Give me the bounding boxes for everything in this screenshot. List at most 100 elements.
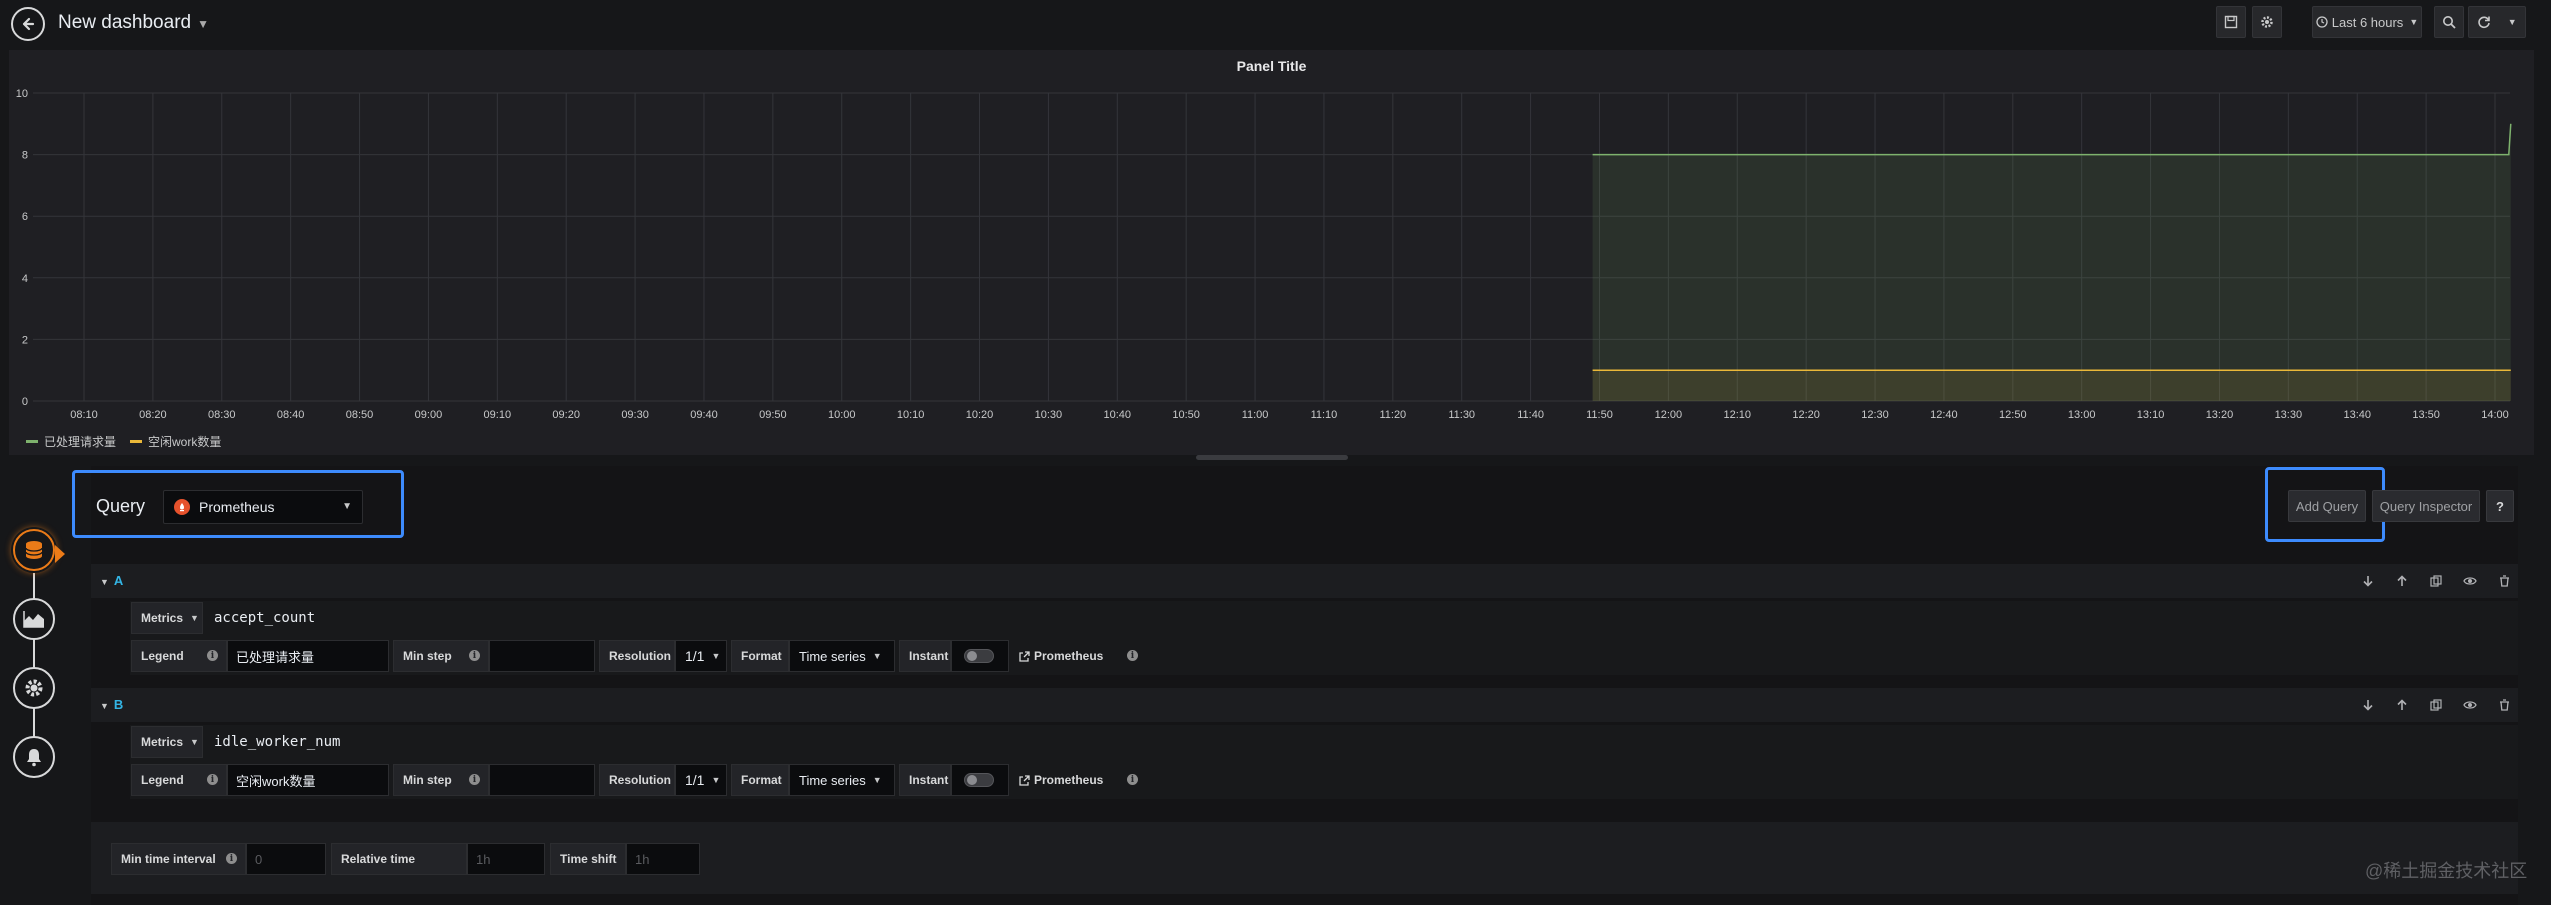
eye-icon[interactable] (2462, 573, 2478, 589)
y-tick-label: 4 (22, 273, 28, 285)
resolution-label: Resolution (599, 764, 675, 796)
info-icon[interactable]: i (469, 650, 480, 661)
min-step-label: Min step i (393, 640, 489, 672)
series-area-1 (1592, 370, 2511, 401)
x-tick-label: 11:50 (1586, 409, 1613, 421)
caret-down-icon: ▼ (711, 775, 721, 785)
legend-label: 已处理请求量 (44, 435, 117, 449)
x-tick-label: 10:50 (1172, 409, 1200, 421)
legend-item-series-a[interactable]: 已处理请求量 (26, 433, 116, 450)
format-select[interactable]: Time series ▼ (789, 764, 895, 796)
legend-item-series-b[interactable]: 空闲work数量 (130, 433, 221, 450)
move-down-icon[interactable] (2360, 573, 2376, 589)
step-alert[interactable] (13, 736, 55, 778)
time-series-chart: 0 2 4 6 8 10 08:10 08:20 08:30 08:40 08:50 09:00 09:… (16, 88, 2512, 421)
datasource-select[interactable]: Prometheus ▼ (163, 490, 363, 524)
prometheus-icon (174, 499, 190, 515)
legend-label-text: Legend (141, 773, 184, 787)
resolution-value: 1/1 (685, 772, 705, 788)
info-icon[interactable]: i (226, 853, 237, 864)
query-row-b-header[interactable]: ▼ B (91, 688, 2518, 722)
step-queries[interactable] (13, 529, 55, 571)
y-tick-label: 2 (22, 334, 28, 346)
min-interval-input[interactable]: 0 (246, 843, 326, 875)
metrics-label[interactable]: Metrics ▼ (131, 602, 203, 634)
query-inspector-button[interactable]: Query Inspector (2372, 490, 2480, 522)
metrics-label[interactable]: Metrics ▼ (131, 726, 203, 758)
metrics-expression-input[interactable]: accept_count (214, 610, 315, 626)
min-step-label-text: Min step (403, 773, 452, 787)
x-tick-label: 08:30 (208, 409, 236, 421)
trash-icon[interactable] (2496, 573, 2512, 589)
relative-time-input[interactable]: 1h (467, 843, 545, 875)
resolution-value: 1/1 (685, 648, 705, 664)
min-interval-label-text: Min time interval (121, 852, 216, 866)
x-tick-label: 09:50 (759, 409, 787, 421)
instant-label: Instant (899, 640, 951, 672)
resolution-select[interactable]: 1/1 ▼ (675, 640, 727, 672)
x-tick-label: 09:30 (621, 409, 649, 421)
external-link-icon (1019, 774, 1030, 786)
datasource-link[interactable]: Prometheus (1019, 773, 1103, 787)
instant-label: Instant (899, 764, 951, 796)
legend-input[interactable]: 空闲work数量 (227, 764, 389, 796)
x-tick-label: 08:50 (346, 409, 374, 421)
query-row-a-header[interactable]: ▼ A (91, 564, 2518, 598)
move-down-icon[interactable] (2360, 697, 2376, 713)
duplicate-icon[interactable] (2428, 697, 2444, 713)
query-ref-id-text: B (113, 697, 124, 712)
x-tick-label: 13:40 (2343, 409, 2371, 421)
format-label: Format (731, 640, 789, 672)
x-tick-label: 11:30 (1448, 409, 1475, 421)
help-button[interactable]: ? (2486, 490, 2514, 522)
x-tick-label: 13:50 (2412, 409, 2440, 421)
info-icon[interactable]: i (207, 650, 218, 661)
x-tick-label: 14:00 (2481, 409, 2509, 421)
instant-toggle[interactable] (964, 773, 994, 787)
eye-icon[interactable] (2462, 697, 2478, 713)
move-up-icon[interactable] (2394, 573, 2410, 589)
area-chart-icon (23, 611, 44, 628)
panel-resize-handle[interactable] (1196, 455, 1348, 460)
min-step-label-text: Min step (403, 649, 452, 663)
query-ref-id[interactable]: ▼ A (100, 573, 123, 588)
format-value: Time series (799, 648, 866, 664)
info-icon[interactable]: i (1127, 774, 1138, 785)
min-step-input[interactable] (489, 640, 595, 672)
info-icon[interactable]: i (1127, 650, 1138, 661)
format-select[interactable]: Time series ▼ (789, 640, 895, 672)
x-tick-label: 09:20 (552, 409, 580, 421)
caret-down-icon: ▼ (872, 651, 882, 661)
x-tick-label: 12:20 (1792, 409, 1820, 421)
datasource-name: Prometheus (199, 499, 275, 515)
x-tick-label: 11:40 (1517, 409, 1544, 421)
query-ref-id[interactable]: ▼ B (100, 697, 123, 712)
min-step-input[interactable] (489, 764, 595, 796)
step-visualization[interactable] (13, 598, 55, 640)
series-line-0 (1592, 123, 2512, 156)
time-shift-input[interactable]: 1h (626, 843, 700, 875)
metrics-expression-input[interactable]: idle_worker_num (214, 734, 340, 750)
x-tick-label: 09:00 (415, 409, 443, 421)
caret-down-icon: ▼ (190, 613, 199, 623)
move-up-icon[interactable] (2394, 697, 2410, 713)
legend-input[interactable]: 已处理请求量 (227, 640, 389, 672)
datasource-link[interactable]: Prometheus (1019, 649, 1103, 663)
legend-label: Legend i (131, 640, 227, 672)
info-icon[interactable]: i (469, 774, 480, 785)
query-actions (2360, 697, 2512, 713)
info-icon[interactable]: i (207, 774, 218, 785)
x-tick-label: 12:30 (1861, 409, 1889, 421)
x-tick-label: 08:20 (139, 409, 167, 421)
step-general[interactable] (13, 667, 55, 709)
instant-toggle[interactable] (964, 649, 994, 663)
resolution-select[interactable]: 1/1 ▼ (675, 764, 727, 796)
duplicate-icon[interactable] (2428, 573, 2444, 589)
format-label: Format (731, 764, 789, 796)
x-tick-label: 11:20 (1379, 409, 1406, 421)
x-tick-label: 08:40 (277, 409, 305, 421)
y-tick-label: 8 (22, 150, 28, 162)
add-query-button[interactable]: Add Query (2288, 490, 2366, 522)
x-tick-label: 10:30 (1035, 409, 1063, 421)
trash-icon[interactable] (2496, 697, 2512, 713)
